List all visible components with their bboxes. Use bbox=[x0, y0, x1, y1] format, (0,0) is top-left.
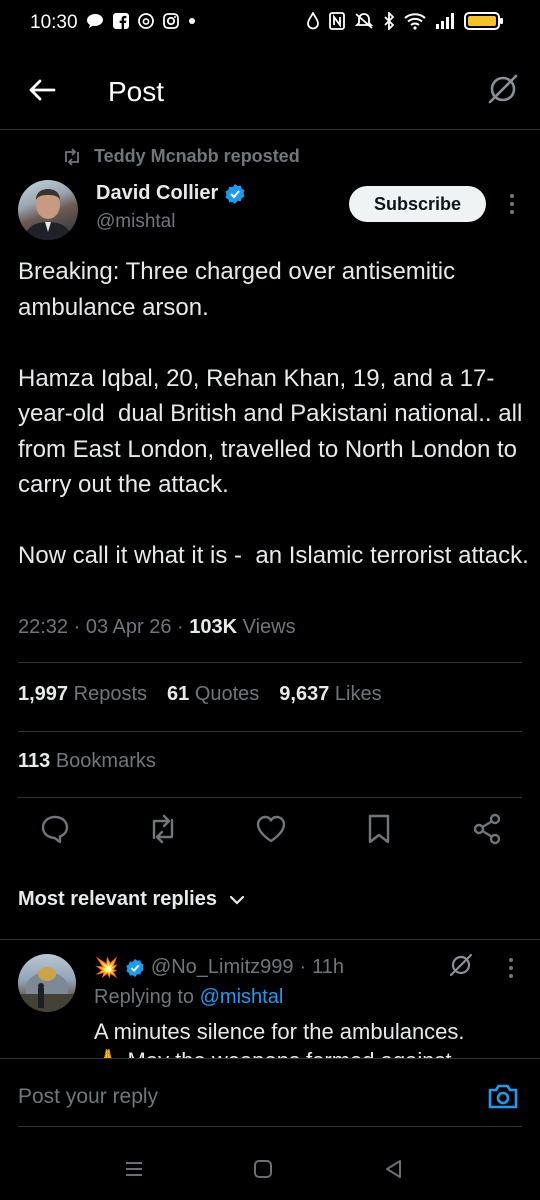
chevron-down-icon bbox=[229, 895, 245, 905]
author-name-row[interactable]: David Collier bbox=[96, 182, 246, 205]
chat-bubble-icon bbox=[87, 14, 103, 28]
divider bbox=[18, 731, 522, 732]
reposted-by-label: Teddy Mcnabb reposted bbox=[94, 146, 300, 166]
mute-icon bbox=[354, 13, 374, 29]
quotes-count: 61 bbox=[167, 683, 190, 705]
system-icons bbox=[306, 12, 503, 30]
system-nav-bar bbox=[0, 1140, 540, 1200]
bookmarks-label: Bookmarks bbox=[55, 750, 156, 772]
water-drop-icon bbox=[307, 12, 319, 30]
dot-icon bbox=[189, 18, 195, 24]
recent-apps-icon[interactable] bbox=[121, 1156, 147, 1182]
reply-input[interactable]: Post your reply bbox=[18, 1085, 158, 1109]
likes-count: 9,637 bbox=[279, 683, 330, 705]
replies-sort-dropdown[interactable]: Most relevant replies bbox=[18, 888, 245, 911]
wifi-icon bbox=[404, 13, 426, 30]
signal-icon bbox=[436, 13, 454, 29]
subscribe-button[interactable]: Subscribe bbox=[349, 186, 486, 222]
reposts-count: 1,997 bbox=[18, 683, 69, 705]
composer-underline bbox=[18, 1126, 522, 1127]
bookmarks-stat[interactable]: 113 Bookmarks bbox=[18, 750, 156, 773]
reply-avatar-image-icon bbox=[18, 967, 76, 1012]
replying-to-mention[interactable]: @mishtal bbox=[200, 986, 284, 1008]
like-icon[interactable] bbox=[254, 812, 288, 846]
divider bbox=[0, 939, 540, 940]
more-options-icon[interactable] bbox=[506, 190, 518, 218]
nfc-icon bbox=[329, 12, 345, 30]
home-icon[interactable] bbox=[250, 1156, 276, 1182]
post-date: 03 Apr 26 bbox=[85, 616, 172, 638]
reposts-stat[interactable]: 1,997 Reposts bbox=[18, 683, 147, 706]
author-handle[interactable]: @mishtal bbox=[96, 211, 175, 233]
post-time: 22:32 bbox=[18, 616, 69, 638]
status-time: 10:30 bbox=[30, 12, 78, 33]
instagram-icon bbox=[163, 13, 179, 29]
replies-sort-label: Most relevant replies bbox=[18, 888, 217, 910]
quotes-label: Quotes bbox=[194, 683, 260, 705]
reply-text: A minutes silence for the ambulances. bbox=[94, 1019, 465, 1044]
engagement-stats: 1,997 Reposts 61 Quotes 9,637 Likes bbox=[18, 683, 382, 706]
divider bbox=[18, 797, 522, 798]
reply-separator: · bbox=[299, 956, 307, 978]
action-bar bbox=[18, 812, 522, 852]
grok-icon[interactable] bbox=[486, 72, 520, 106]
author-name[interactable]: David Collier bbox=[96, 182, 218, 205]
replying-to: Replying to @mishtal bbox=[94, 986, 283, 1009]
notification-icons bbox=[86, 13, 196, 29]
back-nav-icon[interactable] bbox=[380, 1156, 406, 1182]
views-count: 103K bbox=[189, 616, 238, 638]
bookmarks-count: 113 bbox=[18, 750, 51, 772]
reply-handle[interactable]: @No_Limitz999 bbox=[151, 956, 294, 979]
back-arrow-icon[interactable] bbox=[26, 74, 58, 106]
reply-text-truncated: 🙏 May the weapons formed against bbox=[94, 1048, 452, 1058]
threads-icon bbox=[138, 13, 154, 29]
likes-stat[interactable]: 9,637 Likes bbox=[279, 683, 381, 706]
replying-to-prefix: Replying to bbox=[94, 986, 195, 1008]
reply-time: 11h bbox=[312, 956, 345, 978]
reply-avatar[interactable] bbox=[18, 954, 76, 1012]
reply-header[interactable]: 💥 @No_Limitz999 · 11h bbox=[94, 955, 344, 980]
reply-icon[interactable] bbox=[38, 812, 72, 846]
reply-emoji: 💥 bbox=[94, 957, 119, 979]
quotes-stat[interactable]: 61 Quotes bbox=[167, 683, 259, 706]
bluetooth-icon bbox=[384, 12, 395, 30]
battery-icon bbox=[464, 12, 503, 30]
post-meta: 22:32 · 03 Apr 26 · 103K Views bbox=[18, 616, 296, 638]
author-avatar[interactable] bbox=[18, 180, 78, 240]
repost-icon bbox=[65, 147, 79, 166]
verified-badge-icon bbox=[126, 958, 144, 977]
post-text: Breaking: Three charged over antisemitic… bbox=[18, 258, 529, 569]
reply-more-options-icon[interactable] bbox=[506, 956, 516, 980]
repost-action-icon[interactable] bbox=[146, 812, 180, 846]
avatar-portrait-icon bbox=[24, 189, 72, 240]
reposted-by[interactable]: Teddy Mcnabb reposted bbox=[62, 146, 300, 167]
reposts-label: Reposts bbox=[73, 683, 147, 705]
share-icon[interactable] bbox=[470, 812, 504, 846]
camera-icon[interactable] bbox=[486, 1079, 520, 1113]
divider bbox=[18, 662, 522, 663]
page-title: Post bbox=[108, 76, 165, 107]
reply-composer: Post your reply bbox=[0, 1058, 540, 1130]
status-bar: 10:30 bbox=[0, 0, 540, 48]
top-app-bar: Post bbox=[0, 58, 540, 130]
grok-icon[interactable] bbox=[448, 952, 474, 978]
facebook-icon bbox=[113, 13, 129, 29]
likes-label: Likes bbox=[334, 683, 382, 705]
bookmark-icon[interactable] bbox=[362, 812, 396, 846]
verified-badge-icon bbox=[225, 183, 245, 204]
views-label: Views bbox=[242, 616, 296, 638]
